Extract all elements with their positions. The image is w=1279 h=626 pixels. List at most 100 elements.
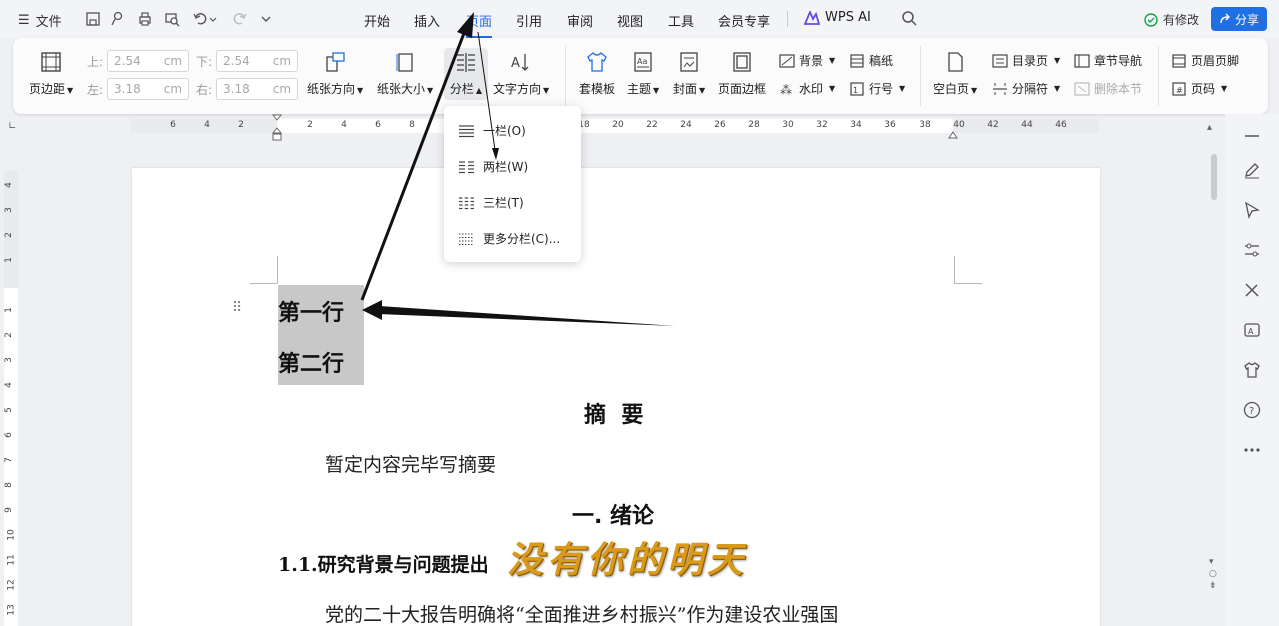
sliders-icon[interactable]	[1242, 240, 1262, 260]
ruler-tick: 9	[3, 507, 14, 513]
ruler-tick: 10	[6, 529, 17, 541]
cursor-select-icon[interactable]	[1242, 200, 1262, 220]
paragraph-text[interactable]: 党的二十大报告明确将“全面推进乡村振兴”作为建设农业强国	[325, 600, 838, 626]
section-nav-button[interactable]: 章节导航	[1074, 52, 1142, 69]
separator-button[interactable]: 分隔符 ▼	[992, 80, 1060, 97]
line-number-button[interactable]: 1 行号 ▼	[849, 80, 905, 97]
ribbon-toolbar: 页边距 ▼ 上: 2.54 cm 下: 2.54 cm 左: 3.18 cm 右: 3.…	[13, 38, 1268, 114]
header-footer-button[interactable]: 页眉页脚	[1171, 52, 1239, 69]
paper-size-button[interactable]: 纸张大小 ▼	[377, 50, 433, 97]
file-menu-button[interactable]: ☰ 文件	[18, 11, 62, 30]
columns-dropdown: 一栏(O) 两栏(W) 三栏(T) 更多分栏(C)...	[444, 106, 581, 262]
menu-item-one-column[interactable]: 一栏(O)	[458, 122, 526, 139]
menu-item-more-columns[interactable]: 更多分栏(C)...	[458, 230, 560, 247]
text-direction-button[interactable]: A 文字方向 ▼	[493, 50, 549, 97]
toc-page-button[interactable]: 目录页 ▼	[992, 52, 1060, 69]
columns-icon	[454, 50, 478, 74]
page-number-icon: #	[1172, 81, 1186, 96]
text-direction-icon: A	[509, 50, 533, 74]
delete-section-button[interactable]: 删除本节	[1074, 80, 1142, 97]
abstract-body[interactable]: 暂定内容完毕写摘要	[325, 450, 496, 477]
svg-text:Aa: Aa	[637, 57, 647, 66]
background-button[interactable]: 背景 ▼	[779, 52, 835, 69]
tab-reference[interactable]: 引用	[516, 11, 542, 30]
hamburger-icon: ☰	[18, 13, 30, 28]
share-button[interactable]: 分享	[1211, 7, 1267, 31]
section-title[interactable]: 1.1.研究背景与问题提出	[278, 550, 489, 577]
ribbon-divider	[565, 46, 566, 106]
ruler-tick: 8	[3, 482, 14, 488]
format-painter-icon[interactable]	[108, 10, 126, 28]
ruler-tick: 13	[6, 604, 17, 616]
tab-home[interactable]: 开始	[364, 11, 390, 30]
theme-button[interactable]: Aa 主题 ▼	[627, 50, 659, 97]
blank-page-icon	[943, 50, 967, 74]
chapter-title[interactable]: 一. 绪论	[572, 498, 654, 530]
two-columns-icon	[459, 160, 474, 173]
ruler-tick: 36	[884, 120, 896, 130]
wps-ai-icon	[804, 10, 820, 25]
margins-button[interactable]: 页边距 ▼	[29, 50, 73, 97]
ruler-tick: 6	[170, 120, 176, 130]
vertical-ruler[interactable]: 4 3 2 1 1 2 3 4 5 6 7 8 9 10 11 12 13	[4, 170, 18, 626]
ruler-tick: 42	[987, 120, 999, 130]
tab-page[interactable]: 页面	[466, 11, 493, 38]
template-button[interactable]: 套模板	[579, 50, 615, 97]
indent-marker[interactable]	[271, 114, 283, 146]
delete-section-icon	[1074, 81, 1090, 96]
watermark-button[interactable]: ⁂ 水印 ▼	[779, 80, 835, 97]
vertical-scrollbar[interactable]	[1211, 154, 1217, 200]
share-icon	[1220, 13, 1230, 24]
search-icon[interactable]	[901, 10, 917, 30]
doc-line-2[interactable]: 第二行	[278, 346, 344, 378]
tab-member[interactable]: 会员专享	[718, 11, 770, 30]
ruler-tick: 38	[919, 120, 931, 130]
ruler-tick: 32	[816, 120, 828, 130]
right-indent-marker[interactable]	[948, 126, 958, 145]
ai-writing-icon[interactable]: A	[1242, 320, 1262, 340]
abstract-title[interactable]: 摘 要	[584, 397, 643, 429]
more-icon[interactable]	[1242, 440, 1262, 460]
orientation-button[interactable]: 纸张方向 ▼	[307, 50, 363, 97]
scroll-up-icon[interactable]: ▴	[1207, 122, 1212, 133]
columns-button[interactable]: 分栏 ▲	[444, 48, 488, 100]
help-icon[interactable]: ?	[1242, 400, 1262, 420]
undo-icon[interactable]	[191, 10, 219, 28]
line-number-icon: 1	[850, 81, 864, 96]
modified-status[interactable]: 有修改	[1143, 11, 1199, 28]
pen-icon[interactable]	[1242, 160, 1262, 180]
page-border-button[interactable]: 页面边框	[718, 50, 766, 97]
ruler-tick: 5	[3, 407, 14, 413]
redo-icon[interactable]	[231, 10, 249, 28]
draft-paper-button[interactable]: 稿纸	[849, 52, 893, 69]
drag-handle-icon[interactable]: ⠿	[232, 300, 242, 316]
print-icon[interactable]	[136, 10, 154, 28]
right-margin-field[interactable]: 右: 3.18 cm	[196, 78, 299, 100]
ruler-corner-icon: ∟	[8, 121, 17, 132]
ruler-tick: 34	[850, 120, 862, 130]
margin-corner-mark	[954, 256, 982, 284]
shirt-icon[interactable]	[1242, 360, 1262, 380]
ruler-tick: 28	[748, 120, 760, 130]
chevron-down-icon[interactable]	[257, 10, 275, 28]
top-margin-field[interactable]: 上: 2.54 cm	[87, 50, 190, 72]
tab-tools[interactable]: 工具	[668, 11, 694, 30]
minus-icon[interactable]	[1242, 126, 1262, 146]
left-margin-field[interactable]: 左: 3.18 cm	[87, 78, 190, 100]
tab-view[interactable]: 视图	[617, 11, 643, 30]
menu-item-three-columns[interactable]: 三栏(T)	[458, 194, 524, 211]
menu-item-two-columns[interactable]: 两栏(W)	[458, 158, 528, 175]
tab-insert[interactable]: 插入	[414, 11, 440, 30]
save-icon[interactable]	[84, 10, 102, 28]
print-preview-icon[interactable]	[163, 10, 181, 28]
bottom-margin-field[interactable]: 下: 2.54 cm	[196, 50, 299, 72]
blank-page-button[interactable]: 空白页 ▼	[933, 50, 977, 97]
wps-ai-button[interactable]: WPS AI	[804, 10, 871, 25]
toc-icon	[992, 53, 1008, 68]
tab-review[interactable]: 审阅	[567, 11, 593, 30]
page-nav-icon[interactable]: ▾ ○ ⇟	[1209, 556, 1217, 592]
tools-icon[interactable]	[1242, 280, 1262, 300]
page-number-button[interactable]: # 页码 ▼	[1171, 80, 1227, 97]
doc-line-1[interactable]: 第一行	[278, 295, 344, 327]
cover-button[interactable]: 封面 ▼	[673, 50, 705, 97]
